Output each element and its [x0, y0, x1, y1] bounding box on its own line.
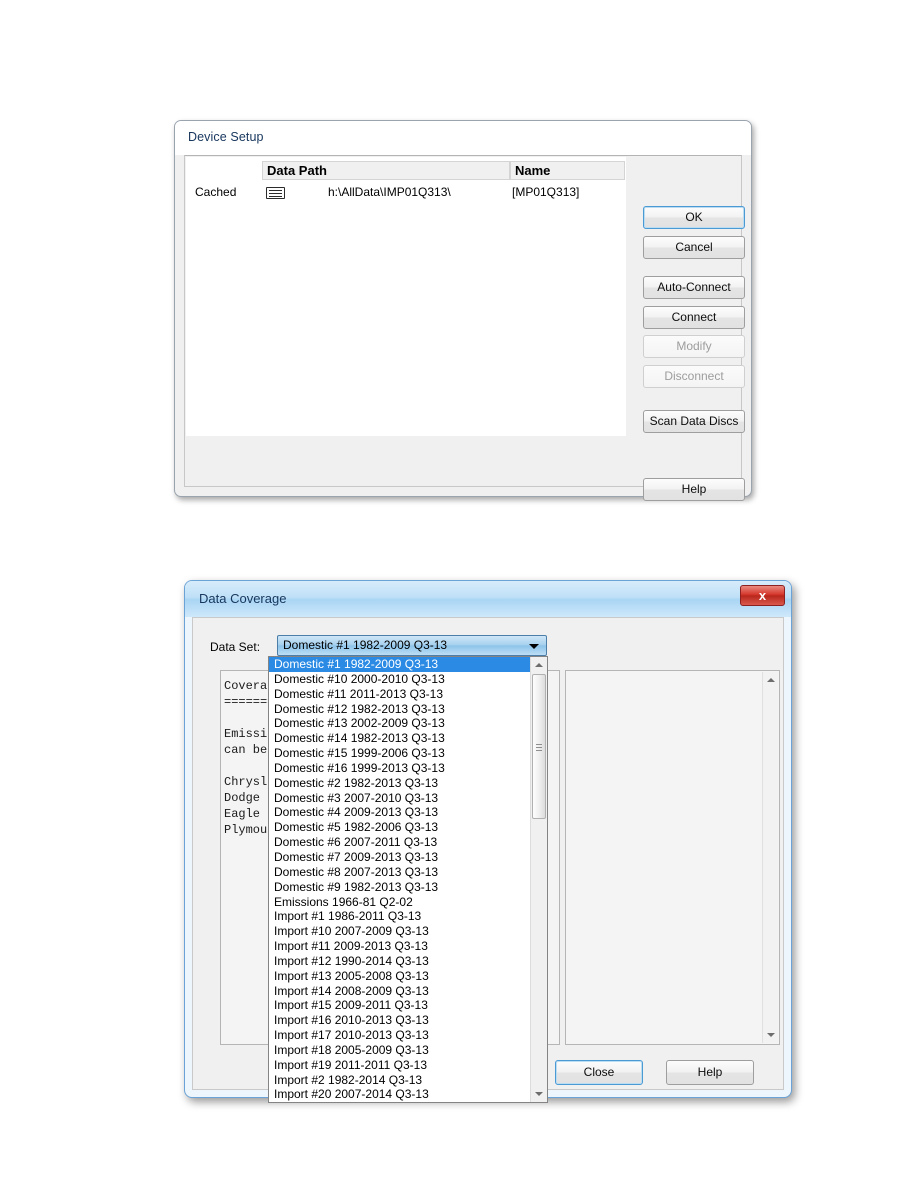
dropdown-option[interactable]: Import #14 2008-2009 Q3-13 — [269, 984, 530, 999]
scan-data-discs-button[interactable]: Scan Data Discs — [643, 410, 745, 433]
dropdown-option[interactable]: Domestic #16 1999-2013 Q3-13 — [269, 761, 530, 776]
coverage-text-line: Chrysle — [224, 775, 275, 789]
device-setup-dialog: Device Setup Data Path Name Cached h:\Al… — [174, 120, 752, 501]
disconnect-button: Disconnect — [643, 365, 745, 388]
dropdown-option[interactable]: Import #20 2007-2014 Q3-13 — [269, 1087, 530, 1102]
ok-button[interactable]: OK — [643, 206, 745, 229]
help-button[interactable]: Help — [666, 1060, 754, 1085]
coverage-text-line: can be — [224, 743, 268, 757]
disk-drive-icon — [266, 187, 285, 199]
dropdown-options-container[interactable]: Domestic #1 1982-2009 Q3-13 Domestic #10 … — [269, 657, 530, 1102]
dropdown-option[interactable]: Import #1 1986-2011 Q3-13 — [269, 909, 530, 924]
coverage-text-line: ======= — [224, 695, 275, 709]
dropdown-option[interactable]: Import #18 2005-2009 Q3-13 — [269, 1043, 530, 1058]
coverage-detail-panel[interactable] — [565, 670, 780, 1045]
data-coverage-title: Data Coverage — [199, 591, 287, 606]
dropdown-option[interactable]: Import #11 2009-2013 Q3-13 — [269, 939, 530, 954]
help-button[interactable]: Help — [643, 478, 745, 501]
coverage-text-line: Dodge — [224, 791, 261, 805]
dropdown-option[interactable]: Domestic #5 1982-2006 Q3-13 — [269, 820, 530, 835]
dropdown-option[interactable]: Import #13 2005-2008 Q3-13 — [269, 969, 530, 984]
data-set-combobox[interactable]: Domestic #1 1982-2009 Q3-13 — [277, 635, 547, 656]
coverage-text-line: Eagle — [224, 807, 261, 821]
dropdown-option[interactable]: Import #12 1990-2014 Q3-13 — [269, 954, 530, 969]
data-coverage-titlebar: Data Coverage x — [185, 581, 791, 617]
dropdown-scrollbar[interactable] — [530, 657, 547, 1102]
coverage-text-line: Plymout — [224, 823, 275, 837]
dropdown-option[interactable]: Domestic #4 2009-2013 Q3-13 — [269, 805, 530, 820]
connect-button[interactable]: Connect — [643, 306, 745, 329]
dropdown-option[interactable]: Domestic #10 2000-2010 Q3-13 — [269, 672, 530, 687]
data-set-dropdown-list[interactable]: Domestic #1 1982-2009 Q3-13 Domestic #10 … — [268, 656, 548, 1103]
dropdown-option[interactable]: Emissions 1966-81 Q2-02 — [269, 895, 530, 910]
dropdown-option[interactable]: Domestic #15 1999-2006 Q3-13 — [269, 746, 530, 761]
dropdown-option[interactable]: Domestic #14 1982-2013 Q3-13 — [269, 731, 530, 746]
chevron-down-icon[interactable] — [529, 644, 539, 649]
scrollbar-grip-icon — [536, 743, 542, 753]
dropdown-option[interactable]: Domestic #11 2011-2013 Q3-13 — [269, 687, 530, 702]
column-header-data-path[interactable]: Data Path — [262, 161, 510, 180]
dropdown-option[interactable]: Domestic #9 1982-2013 Q3-13 — [269, 880, 530, 895]
device-setup-title: Device Setup — [188, 130, 264, 144]
column-header-name[interactable]: Name — [510, 161, 625, 180]
device-setup-body: Data Path Name Cached h:\AllData\IMP01Q3… — [184, 155, 745, 501]
table-row[interactable]: Cached h:\AllData\IMP01Q313\ [MP01Q313] — [186, 183, 626, 203]
device-setup-titlebar: Device Setup — [175, 121, 751, 155]
dropdown-option[interactable]: Domestic #6 2007-2011 Q3-13 — [269, 835, 530, 850]
dropdown-option[interactable]: Domestic #8 2007-2013 Q3-13 — [269, 865, 530, 880]
dropdown-option[interactable]: Import #16 2010-2013 Q3-13 — [269, 1013, 530, 1028]
detail-panel-scrollbar[interactable] — [762, 672, 778, 1043]
dropdown-option[interactable]: Domestic #2 1982-2013 Q3-13 — [269, 776, 530, 791]
row-status: Cached — [195, 185, 237, 199]
data-set-label: Data Set: — [210, 640, 261, 654]
dropdown-scrollbar-thumb[interactable] — [532, 674, 546, 819]
dropdown-option[interactable]: Domestic #7 2009-2013 Q3-13 — [269, 850, 530, 865]
dropdown-option[interactable]: Import #15 2009-2011 Q3-13 — [269, 998, 530, 1013]
modify-button: Modify — [643, 335, 745, 358]
dropdown-option[interactable]: Domestic #1 1982-2009 Q3-13 — [269, 657, 530, 672]
dropdown-option[interactable]: Domestic #12 1982-2013 Q3-13 — [269, 702, 530, 717]
cancel-button[interactable]: Cancel — [643, 236, 745, 259]
data-set-selected-value: Domestic #1 1982-2009 Q3-13 — [283, 638, 448, 652]
scroll-down-icon[interactable] — [763, 1027, 778, 1043]
coverage-text-line: Emissio — [224, 727, 275, 741]
close-button[interactable]: Close — [555, 1060, 643, 1085]
coverage-text-line: Coverag — [224, 679, 275, 693]
dropdown-option[interactable]: Import #2 1982-2014 Q3-13 — [269, 1073, 530, 1088]
auto-connect-button[interactable]: Auto-Connect — [643, 276, 745, 299]
scroll-up-icon[interactable] — [763, 672, 778, 688]
scroll-up-icon[interactable] — [531, 657, 547, 673]
row-data-path: h:\AllData\IMP01Q313\ — [328, 185, 451, 199]
dropdown-option[interactable]: Domestic #13 2002-2009 Q3-13 — [269, 716, 530, 731]
dropdown-option[interactable]: Domestic #3 2007-2010 Q3-13 — [269, 791, 530, 806]
row-name: [MP01Q313] — [512, 185, 580, 199]
dropdown-option[interactable]: Import #19 2011-2011 Q3-13 — [269, 1058, 530, 1073]
scroll-down-icon[interactable] — [531, 1086, 547, 1102]
dropdown-option[interactable]: Import #10 2007-2009 Q3-13 — [269, 924, 530, 939]
close-icon[interactable]: x — [740, 585, 785, 606]
device-list-panel[interactable]: Data Path Name Cached h:\AllData\IMP01Q3… — [186, 157, 626, 436]
dropdown-option[interactable]: Import #17 2010-2013 Q3-13 — [269, 1028, 530, 1043]
